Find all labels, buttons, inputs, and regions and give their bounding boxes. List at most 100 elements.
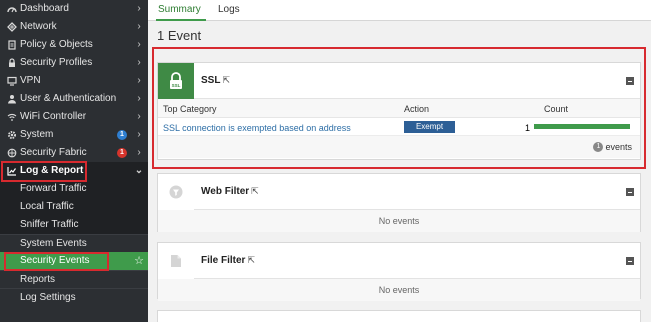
- collapse-icon[interactable]: [626, 188, 634, 196]
- sidebar-subitem-label: Security Events: [20, 255, 90, 266]
- active-tab-indicator: [156, 19, 206, 21]
- sidebar-item-label: Policy & Objects: [20, 39, 93, 50]
- table-header: Top Category Action Count: [158, 99, 640, 118]
- gear-icon: [6, 130, 17, 141]
- external-link-icon[interactable]: ⇱: [247, 255, 255, 265]
- fabric-icon: [6, 148, 17, 159]
- next-card-partial: [157, 310, 641, 322]
- file-filter-card: File Filter ⇱ No events: [157, 242, 641, 301]
- chevron-right-icon: ›: [137, 111, 141, 122]
- sidebar-item-log-report[interactable]: Log & Report ⌄: [0, 162, 148, 180]
- chevron-right-icon: ›: [137, 129, 141, 140]
- sidebar-subitem-label: System Events: [20, 237, 87, 249]
- count-value: 1: [525, 123, 531, 133]
- sidebar-subitem-security-events[interactable]: Security Events ☆: [0, 252, 148, 270]
- card-header: SSL SSL ⇱: [158, 63, 640, 99]
- chevron-right-icon: ›: [137, 75, 141, 86]
- sidebar-item-system[interactable]: System 1 ›: [0, 126, 148, 144]
- sidebar-item-label: VPN: [20, 75, 41, 86]
- sidebar-item-user-authentication[interactable]: User & Authentication ›: [0, 90, 148, 108]
- web-filter-card-title[interactable]: Web Filter ⇱: [201, 186, 259, 197]
- sidebar-item-security-profiles[interactable]: Security Profiles ›: [0, 54, 148, 72]
- action-badge: Exempt: [404, 121, 455, 133]
- event-total: 1 events: [593, 142, 632, 152]
- event-count-label: events: [605, 142, 632, 152]
- chevron-right-icon: ›: [137, 39, 141, 50]
- chevron-right-icon: ›: [137, 147, 141, 158]
- tab-summary[interactable]: Summary: [158, 4, 201, 15]
- ssl-lock-icon: SSL: [158, 63, 194, 99]
- lock-icon: [6, 58, 17, 69]
- sidebar-item-label: System: [20, 129, 54, 140]
- column-header-count[interactable]: Count: [544, 104, 568, 114]
- column-header-category[interactable]: Top Category: [163, 104, 217, 114]
- sidebar-subitem-forward-traffic[interactable]: Forward Traffic: [0, 180, 148, 198]
- user-icon: [6, 94, 17, 105]
- sidebar-item-label: Dashboard: [20, 3, 69, 14]
- sidebar-item-label: WiFi Controller: [20, 111, 87, 122]
- network-icon: [6, 22, 17, 33]
- dashboard-icon: [6, 4, 17, 15]
- card-header: File Filter ⇱: [158, 243, 640, 279]
- sidebar-subitem-sniffer-traffic[interactable]: Sniffer Traffic: [0, 216, 148, 234]
- sidebar-subitem-log-settings[interactable]: Log Settings: [0, 288, 148, 306]
- page-title: 1 Event: [157, 28, 202, 43]
- collapse-icon[interactable]: [626, 77, 634, 85]
- policy-icon: [6, 40, 17, 51]
- card-header: Web Filter ⇱: [158, 174, 640, 210]
- sidebar: Dashboard › Network › Policy & Objects ›…: [0, 0, 148, 322]
- ssl-icon-text: SSL: [172, 83, 181, 88]
- tab-bar: Summary Logs: [148, 0, 651, 21]
- sidebar-subitem-system-events[interactable]: System Events: [0, 234, 148, 252]
- count-bar: [534, 124, 630, 129]
- sidebar-item-security-fabric[interactable]: Security Fabric 1 ›: [0, 144, 148, 162]
- event-count-badge: 1: [593, 142, 604, 152]
- file-filter-card-title[interactable]: File Filter ⇱: [201, 255, 255, 266]
- sidebar-item-label: Security Profiles: [20, 57, 93, 68]
- card-footer: 1 events: [158, 136, 640, 158]
- sidebar-item-label: Log & Report: [20, 165, 84, 176]
- chevron-right-icon: ›: [137, 93, 141, 104]
- sidebar-subitem-label: Forward Traffic: [20, 183, 87, 194]
- chart-icon: [6, 166, 17, 177]
- notification-badge: 1: [117, 130, 127, 140]
- column-header-action[interactable]: Action: [404, 104, 429, 114]
- no-events-message: No events: [158, 210, 640, 232]
- sidebar-subitem-label: Sniffer Traffic: [20, 219, 79, 230]
- sidebar-item-wifi-controller[interactable]: WiFi Controller ›: [0, 108, 148, 126]
- monitor-icon: [6, 76, 17, 87]
- category-link[interactable]: SSL connection is exempted based on addr…: [163, 123, 351, 133]
- sidebar-item-dashboard[interactable]: Dashboard ›: [0, 0, 148, 18]
- main-content: Summary Logs 1 Event SSL SSL ⇱ Top Catego…: [148, 0, 651, 322]
- ssl-card: SSL SSL ⇱ Top Category Action Count SSL c…: [157, 62, 641, 160]
- sidebar-subitem-reports[interactable]: Reports: [0, 270, 148, 288]
- chevron-down-icon: ⌄: [134, 165, 144, 176]
- filter-icon: [158, 174, 194, 210]
- chevron-right-icon: ›: [137, 3, 141, 14]
- sidebar-item-policy-objects[interactable]: Policy & Objects ›: [0, 36, 148, 54]
- external-link-icon[interactable]: ⇱: [222, 75, 230, 85]
- sidebar-item-label: Security Fabric: [20, 147, 87, 158]
- ssl-card-title[interactable]: SSL ⇱: [201, 75, 230, 86]
- card-title-text: SSL: [201, 75, 221, 86]
- no-events-message: No events: [158, 279, 640, 301]
- table-row[interactable]: SSL connection is exempted based on addr…: [158, 118, 640, 136]
- notification-badge: 1: [117, 148, 127, 158]
- collapse-icon[interactable]: [626, 257, 634, 265]
- web-filter-card: Web Filter ⇱ No events: [157, 173, 641, 232]
- sidebar-item-label: User & Authentication: [20, 93, 117, 104]
- chevron-right-icon: ›: [137, 57, 141, 68]
- card-title-text: Web Filter: [201, 186, 250, 197]
- tab-logs[interactable]: Logs: [218, 4, 240, 15]
- card-title-text: File Filter: [201, 255, 246, 266]
- sidebar-subitem-local-traffic[interactable]: Local Traffic: [0, 198, 148, 216]
- external-link-icon[interactable]: ⇱: [251, 186, 259, 196]
- sidebar-item-vpn[interactable]: VPN ›: [0, 72, 148, 90]
- sidebar-item-network[interactable]: Network ›: [0, 18, 148, 36]
- sidebar-item-label: Network: [20, 21, 57, 32]
- chevron-right-icon: ›: [137, 21, 141, 32]
- sidebar-subitem-label: Log Settings: [20, 291, 76, 303]
- star-icon[interactable]: ☆: [134, 252, 144, 270]
- sidebar-subitem-label: Reports: [20, 273, 56, 285]
- sidebar-subitem-label: Local Traffic: [20, 201, 74, 212]
